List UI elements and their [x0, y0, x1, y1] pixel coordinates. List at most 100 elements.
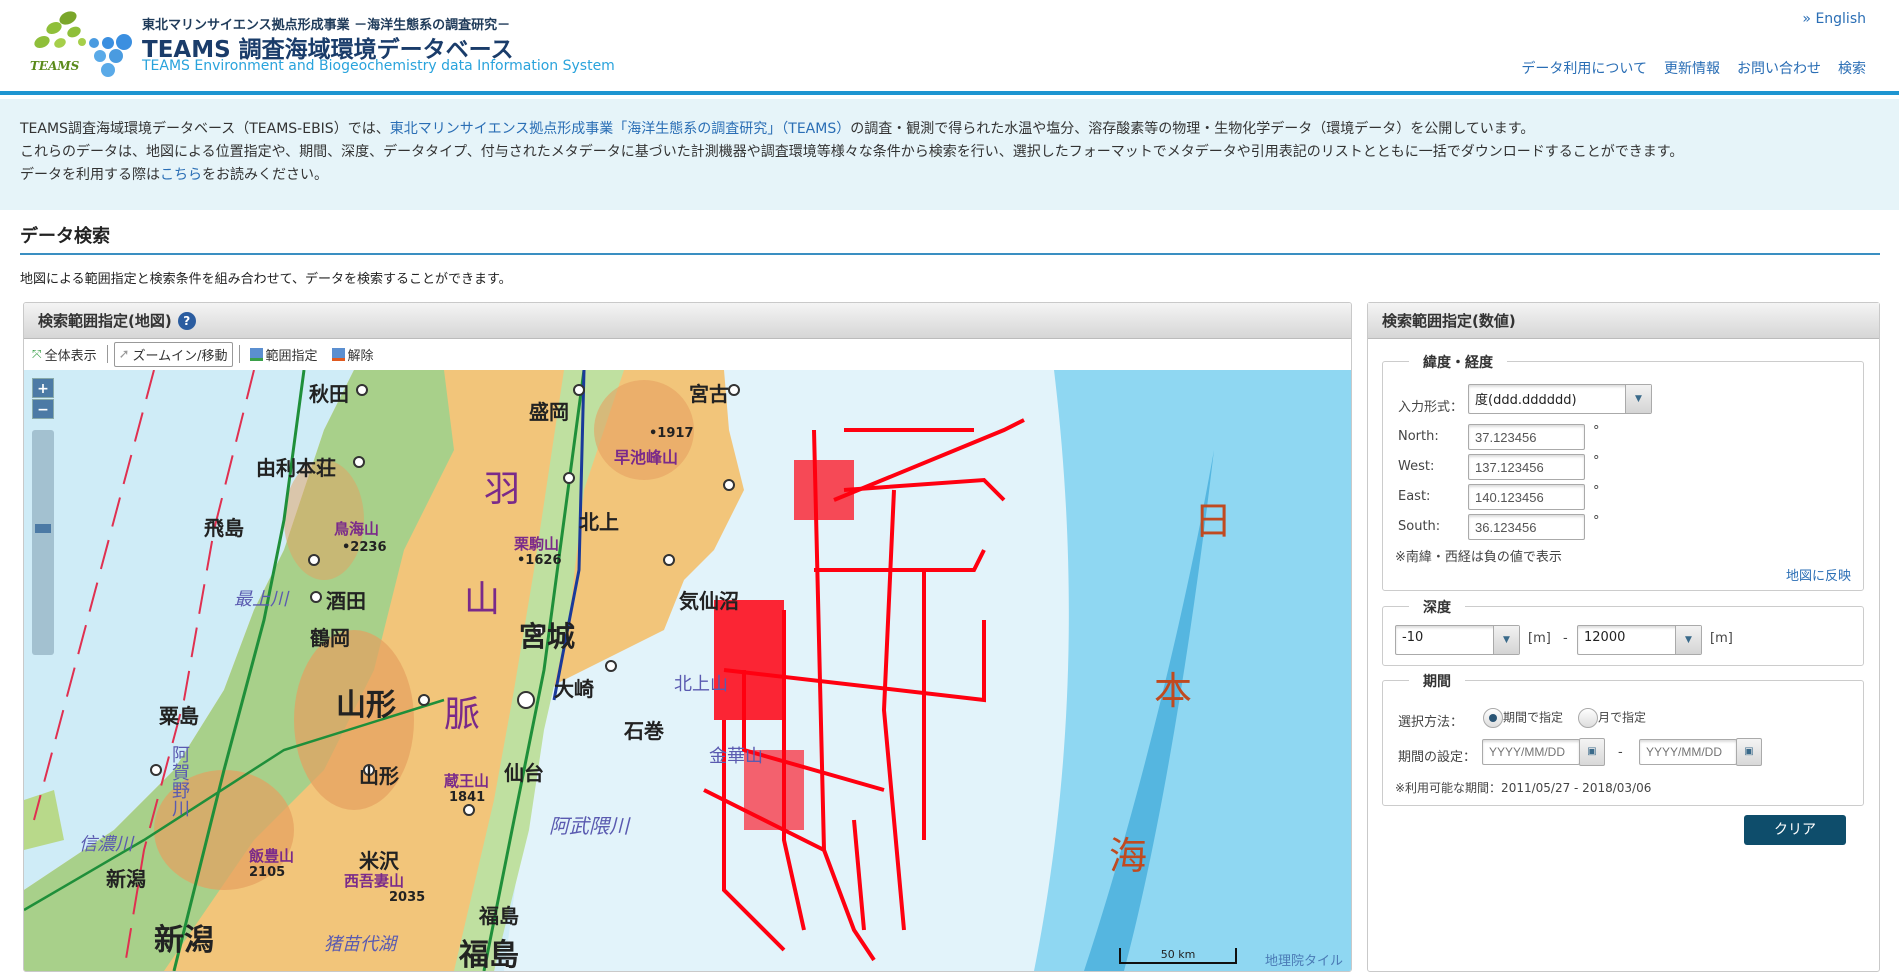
method-label: 選択方法：: [1398, 715, 1464, 730]
calendar-icon[interactable]: ▣: [1579, 738, 1605, 766]
zoom-control: + −: [32, 378, 54, 420]
month-radio-option[interactable]: 月で指定: [1578, 708, 1646, 728]
map-label: 福島: [479, 904, 519, 928]
east-input[interactable]: [1468, 484, 1585, 510]
degree-unit: °: [1593, 424, 1600, 439]
intro-text: TEAMS調査海域環境データベース（TEAMS-EBIS）では、: [20, 121, 390, 137]
map-label: 栗駒山: [514, 535, 560, 553]
map-label: 山: [464, 579, 501, 620]
remove-range-button[interactable]: 解除: [328, 343, 378, 366]
nav-search[interactable]: 検索: [1838, 58, 1866, 78]
chevron-down-icon[interactable]: ▼: [1493, 626, 1519, 654]
map-canvas[interactable]: + − 秋田 盛岡 宮古 •1917 早池峰山 由利本荘 飛島 鳥海山 •223…: [24, 370, 1351, 971]
map-label: 飯豊山: [249, 847, 295, 865]
numeric-panel-title: 検索範囲指定(数値): [1382, 312, 1516, 330]
map-label: 2105: [249, 865, 286, 880]
teams-logo[interactable]: TEAMS: [28, 10, 133, 78]
zoom-out-button[interactable]: −: [32, 399, 54, 419]
date-from-input[interactable]: [1482, 739, 1580, 765]
map-toolbar: ⤧ 全体表示 ➚ ズームイン/移動 範囲指定 解除: [24, 339, 1351, 369]
toolbar-separator: [106, 345, 108, 363]
map-label: 気仙沼: [679, 589, 739, 613]
depth-fieldset: 深度 -10 ▼ [m] - 12000 ▼ [m]: [1382, 597, 1864, 666]
zoom-slider[interactable]: [32, 430, 54, 655]
track-cluster: [794, 460, 854, 520]
map-label: 福島: [459, 938, 519, 971]
scale-bar: 50 km: [1119, 948, 1237, 964]
map-label: 仙台: [504, 761, 544, 785]
scale-label: 50 km: [1160, 948, 1196, 961]
intro-text: の調査・観測で得られた水温や塩分、溶存酸素等の物理・生物化学データ（環境データ）…: [850, 121, 1535, 137]
map-label: 阿賀野川: [169, 745, 190, 817]
depth-legend: 深度: [1409, 597, 1465, 617]
north-input[interactable]: [1468, 424, 1585, 450]
map-label: 金華山: [709, 746, 763, 767]
intro-line-2: これらのデータは、地図による位置指定や、期間、深度、データタイプ、付与されたメタ…: [20, 144, 1684, 160]
map-label: 海: [1109, 834, 1148, 878]
chevron-down-icon[interactable]: ▼: [1675, 626, 1701, 654]
north-label: North:: [1398, 429, 1439, 444]
depth-unit: [m]: [1710, 631, 1733, 646]
section-title: データ検索: [20, 226, 110, 247]
map-label: 西吾妻山: [344, 872, 405, 890]
numeric-panel-header: 検索範囲指定(数値): [1368, 303, 1879, 339]
depth-from-select[interactable]: -10 ▼: [1395, 625, 1520, 655]
format-select-value: 度(ddd.dddddd): [1475, 393, 1577, 408]
map-label: 宮古: [689, 382, 729, 406]
period-legend: 期間: [1409, 671, 1465, 691]
latlon-note: ※南緯・西経は負の値で表示: [1395, 550, 1562, 565]
period-setting-label: 期間の設定：: [1398, 750, 1477, 765]
usage-link[interactable]: こちら: [160, 167, 202, 183]
intro-text: をお読みください。: [202, 167, 328, 183]
nav-updates[interactable]: 更新情報: [1664, 58, 1720, 78]
depth-to-select[interactable]: 12000 ▼: [1577, 625, 1702, 655]
date-to-input[interactable]: [1639, 739, 1737, 765]
south-input[interactable]: [1468, 514, 1585, 540]
east-label: East:: [1398, 489, 1431, 504]
map-label: 本: [1154, 669, 1193, 713]
english-link[interactable]: » English: [1802, 11, 1866, 27]
clear-button[interactable]: クリア: [1744, 815, 1846, 845]
range-select-button[interactable]: 範囲指定: [246, 343, 322, 366]
depth-to-value: 12000: [1584, 630, 1626, 645]
map-label: 蔵王山: [444, 772, 490, 790]
map-label: 1841: [449, 790, 486, 805]
teams-project-link[interactable]: 東北マリンサイエンス拠点形成事業「海洋生態系の調査研究」（TEAMS）: [390, 121, 851, 137]
zoom-slider-thumb[interactable]: [35, 524, 51, 533]
zoom-move-button[interactable]: ➚ ズームイン/移動: [113, 341, 233, 367]
map-label: 石巻: [624, 719, 664, 743]
help-icon[interactable]: ?: [177, 311, 196, 330]
month-radio[interactable]: [1578, 708, 1598, 728]
header-nav: データ利用について 更新情報 お問い合わせ 検索: [1521, 58, 1866, 78]
map-label: •2236: [342, 540, 387, 555]
available-period-note: ※利用可能な期間：2011/05/27 - 2018/03/06: [1395, 781, 1652, 795]
depth-unit: [m]: [1528, 631, 1551, 646]
map-label: 阿武隈川: [549, 814, 629, 838]
degree-unit: °: [1593, 514, 1600, 529]
period-radio[interactable]: [1483, 708, 1503, 728]
map-attribution[interactable]: 地理院タイル: [1265, 950, 1343, 969]
apply-to-map-link[interactable]: 地図に反映: [1786, 565, 1851, 584]
nav-data-usage[interactable]: データ利用について: [1521, 58, 1647, 78]
map-label: 羽: [484, 469, 521, 510]
period-radio-option[interactable]: 期間で指定: [1483, 708, 1563, 728]
zoom-move-label: ズームイン/移動: [132, 348, 228, 364]
calendar-icon[interactable]: ▣: [1736, 738, 1762, 766]
intro-line-1: TEAMS調査海域環境データベース（TEAMS-EBIS）では、東北マリンサイエ…: [20, 118, 1879, 141]
map-label: 鶴岡: [310, 626, 350, 650]
intro-text: データを利用する際は: [20, 167, 160, 183]
track-cluster: [714, 600, 784, 720]
map-label: 早池峰山: [614, 448, 679, 467]
west-input[interactable]: [1468, 454, 1585, 480]
site-header: TEAMS 東北マリンサイエンス拠点形成事業 －海洋生態系の調査研究－ TEAM…: [0, 0, 1899, 95]
map-label: 北上山: [674, 674, 728, 695]
latlon-fieldset: 緯度・経度 入力形式： 度(ddd.dddddd) ▼ North: ° Wes…: [1382, 352, 1864, 591]
format-select[interactable]: 度(ddd.dddddd) ▼: [1468, 384, 1652, 414]
svg-text:TEAMS: TEAMS: [30, 59, 80, 73]
zoom-in-button[interactable]: +: [32, 378, 54, 398]
nav-contact[interactable]: お問い合わせ: [1737, 58, 1821, 78]
map-label: 猪苗代湖: [324, 934, 396, 955]
full-view-button[interactable]: ⤧ 全体表示: [28, 343, 101, 366]
chevron-down-icon[interactable]: ▼: [1625, 385, 1651, 413]
map-panel-header: 検索範囲指定(地図) ?: [24, 303, 1351, 339]
